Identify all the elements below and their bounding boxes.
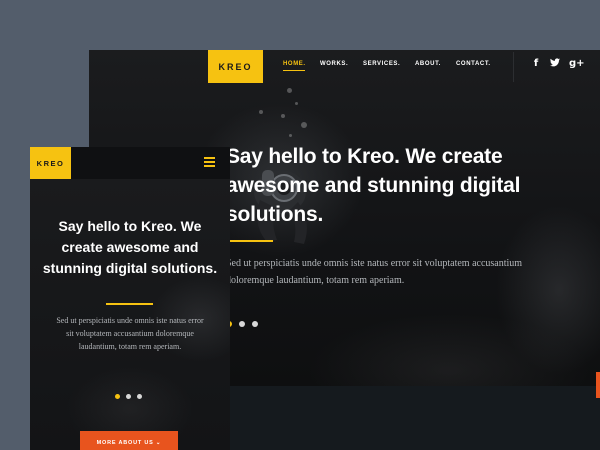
hero-body-text: Sed ut perspiciatis unde omnis iste natu… <box>226 258 523 286</box>
slider-dot-2[interactable] <box>239 321 245 327</box>
more-about-us-button[interactable]: MORE ABOUT US ⌄ <box>80 431 178 450</box>
slider-dot-3[interactable] <box>252 321 258 327</box>
google-plus-icon[interactable]: g+ <box>569 58 585 70</box>
hero-headline: Say hello to Kreo. We create awesome and… <box>226 145 521 226</box>
side-tab[interactable] <box>596 372 600 398</box>
mobile-hero-body-text: Sed ut perspiciatis unde omnis iste natu… <box>56 316 204 351</box>
nav-works[interactable]: WORKS. <box>320 61 348 67</box>
mobile-slider-dot-3[interactable] <box>137 394 142 399</box>
nav-services[interactable]: SERVICES. <box>363 61 400 67</box>
facebook-icon[interactable]: f <box>531 58 541 70</box>
hamburger-menu-icon[interactable] <box>204 157 215 167</box>
twitter-icon[interactable] <box>550 58 560 70</box>
nav-divider <box>513 52 514 82</box>
headline-divider <box>226 240 273 242</box>
mobile-logo[interactable]: KREO <box>30 147 71 179</box>
mobile-slider-dot-1[interactable] <box>115 394 120 399</box>
slider-dots <box>226 321 258 327</box>
mobile-slider-dot-2[interactable] <box>126 394 131 399</box>
mobile-headline-divider <box>106 303 153 305</box>
social-links: f g+ <box>531 58 585 70</box>
nav-active-indicator <box>283 70 305 71</box>
nav-home[interactable]: HOME. <box>283 61 306 67</box>
mobile-mockup: KREO Say hello to Kreo. We create awesom… <box>30 147 230 450</box>
nav-about[interactable]: ABOUT. <box>415 61 441 67</box>
logo[interactable]: KREO <box>208 50 263 83</box>
mobile-slider-dots <box>115 394 142 399</box>
nav-contact[interactable]: CONTACT. <box>456 61 491 67</box>
mobile-hero-headline: Say hello to Kreo. We create awesome and… <box>42 218 218 276</box>
